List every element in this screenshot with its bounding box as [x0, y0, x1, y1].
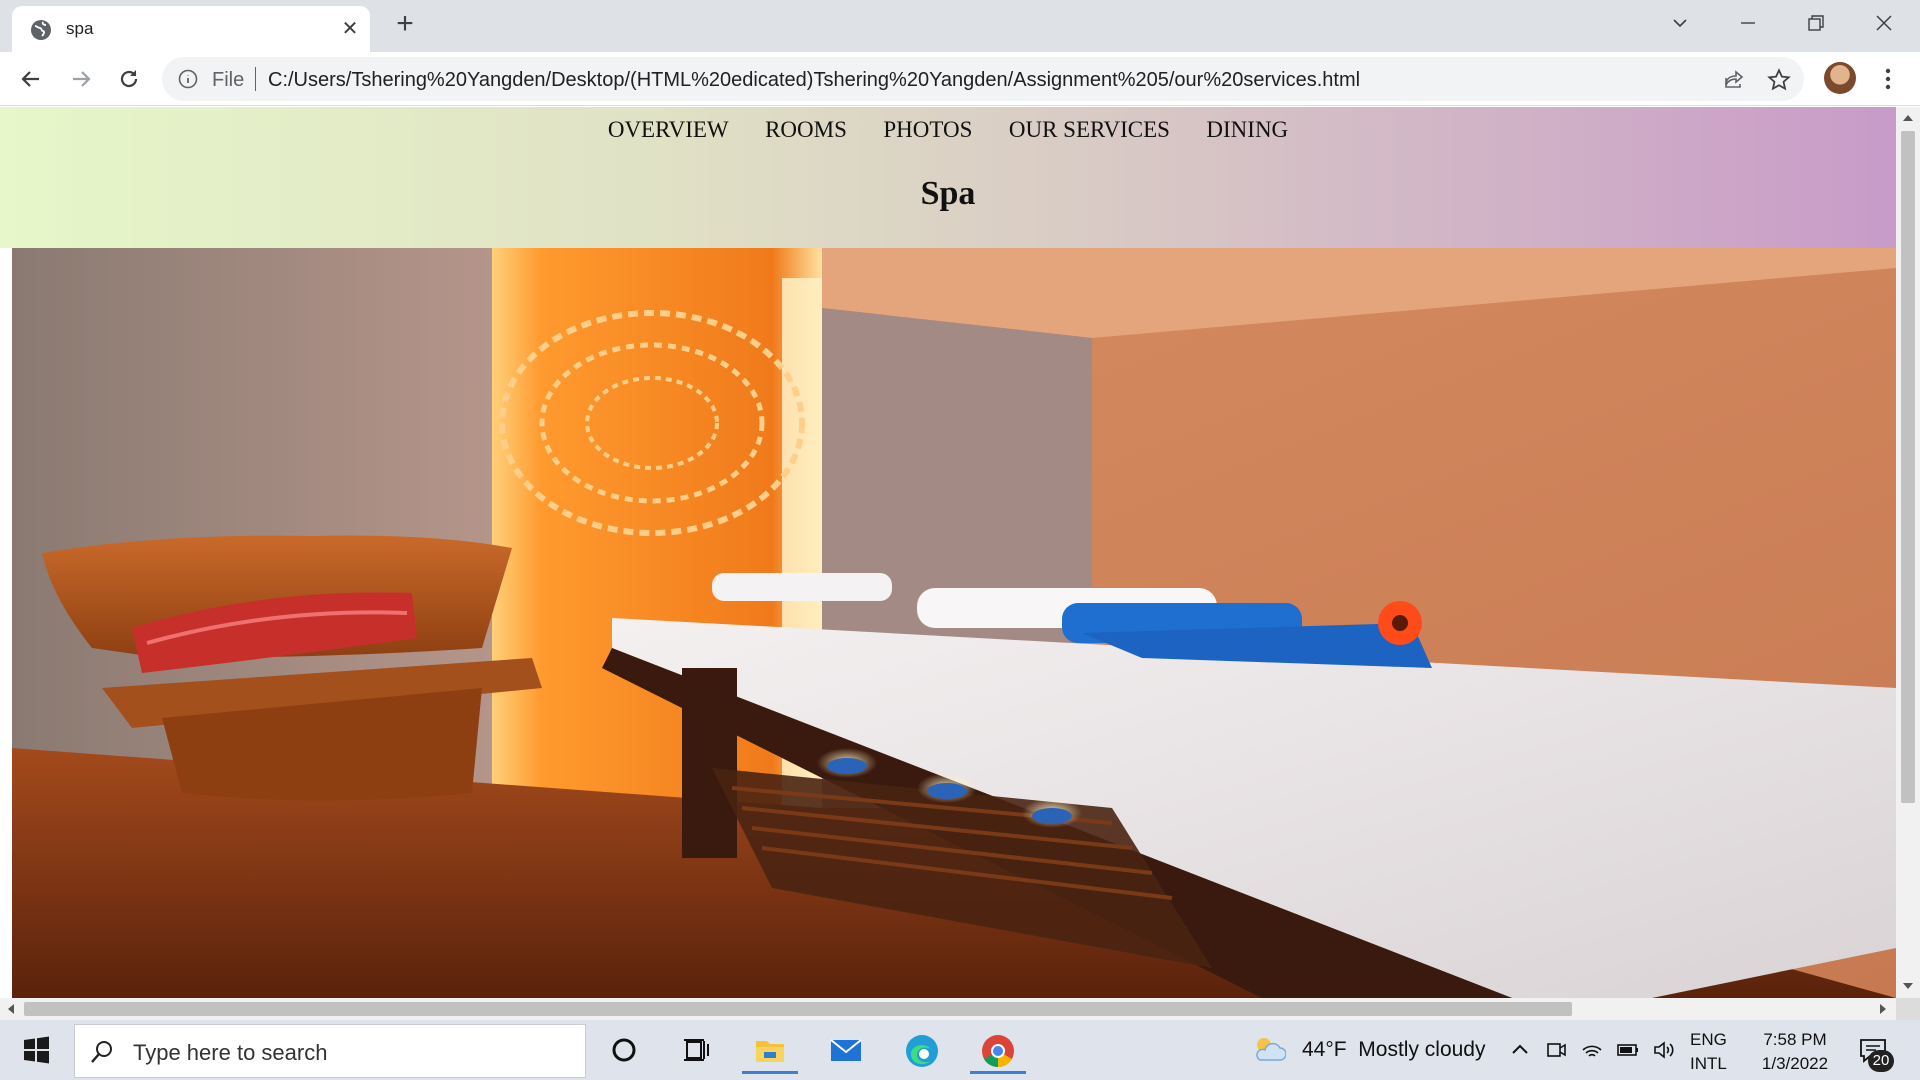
plus-icon[interactable]: +	[390, 9, 420, 40]
taskbar-search-box[interactable]: Type here to search	[74, 1024, 586, 1078]
tab-title: spa	[66, 19, 94, 38]
search-icon	[91, 1041, 112, 1063]
spa-room-image	[12, 248, 1896, 998]
minimize-icon[interactable]	[1730, 8, 1766, 38]
share-icon[interactable]	[1722, 68, 1746, 92]
wifi-icon[interactable]	[1580, 1038, 1604, 1062]
lang-line2: INTL	[1690, 1054, 1727, 1073]
nav-our-services[interactable]: OUR SERVICES	[1009, 117, 1170, 143]
info-icon[interactable]	[178, 69, 198, 89]
scrollbar-corner	[1896, 998, 1920, 1020]
file-explorer-icon[interactable]	[742, 1028, 798, 1074]
scroll-left-icon[interactable]	[8, 1004, 14, 1014]
windows-icon[interactable]	[12, 1030, 60, 1070]
active-indicator	[970, 1071, 1026, 1074]
active-indicator	[742, 1071, 798, 1074]
close-window-icon[interactable]	[1866, 8, 1902, 38]
restore-icon[interactable]	[1798, 8, 1834, 38]
task-view-icon[interactable]	[668, 1028, 724, 1074]
notification-count-badge: 20	[1868, 1050, 1894, 1072]
input-language[interactable]: ENG INTL	[1690, 1028, 1727, 1076]
avatar[interactable]	[1824, 62, 1856, 94]
lang-line1: ENG	[1690, 1030, 1727, 1049]
system-clock[interactable]: 7:58 PM 1/3/2022	[1750, 1028, 1840, 1076]
clock-time: 7:58 PM	[1763, 1030, 1827, 1049]
page-header: OVERVIEW ROOMS PHOTOS OUR SERVICES DININ…	[0, 107, 1896, 248]
vertical-scrollbar[interactable]	[1896, 107, 1920, 998]
edge-icon[interactable]	[894, 1028, 950, 1074]
vertical-scroll-thumb[interactable]	[1901, 131, 1915, 803]
browser-toolbar: File C:/Users/Tshering%20Yangden/Desktop…	[0, 52, 1920, 106]
horizontal-scrollbar[interactable]	[0, 998, 1896, 1020]
reload-icon[interactable]	[114, 64, 144, 94]
globe-icon	[31, 20, 51, 40]
nav-photos[interactable]: PHOTOS	[883, 117, 972, 143]
search-placeholder: Type here to search	[133, 1040, 328, 1065]
scroll-up-icon[interactable]	[1903, 115, 1913, 121]
windows-taskbar: Type here to search 44°F Mostly cloudy E…	[0, 1020, 1920, 1080]
weather-widget[interactable]: 44°F Mostly cloudy	[1302, 1038, 1485, 1062]
cortana-icon[interactable]	[596, 1028, 652, 1074]
browser-tabstrip: spa ✕ +	[0, 0, 1920, 52]
chevron-down-icon[interactable]	[1662, 8, 1698, 38]
nav-overview[interactable]: OVERVIEW	[608, 117, 729, 143]
page-title: Spa	[920, 175, 976, 212]
volume-icon[interactable]	[1652, 1038, 1676, 1062]
forward-icon[interactable]	[66, 64, 96, 94]
chevron-up-icon[interactable]	[1508, 1038, 1532, 1062]
close-icon[interactable]: ✕	[338, 17, 362, 41]
battery-icon[interactable]	[1616, 1038, 1640, 1062]
weather-temp: 44°F	[1302, 1038, 1347, 1061]
chrome-icon[interactable]	[970, 1028, 1026, 1074]
scroll-right-icon[interactable]	[1880, 1004, 1886, 1014]
kebab-menu-icon[interactable]	[1878, 64, 1898, 94]
main-nav: OVERVIEW ROOMS PHOTOS OUR SERVICES DININ…	[0, 117, 1896, 143]
back-icon[interactable]	[16, 64, 46, 94]
star-icon[interactable]	[1766, 67, 1792, 93]
weather-desc: Mostly cloudy	[1358, 1038, 1486, 1061]
nav-rooms[interactable]: ROOMS	[765, 117, 847, 143]
clock-date: 1/3/2022	[1761, 1054, 1829, 1073]
page-viewport: OVERVIEW ROOMS PHOTOS OUR SERVICES DININ…	[0, 107, 1896, 998]
address-scheme: File	[212, 69, 245, 91]
horizontal-scroll-thumb[interactable]	[24, 1002, 1572, 1016]
browser-tab[interactable]: spa ✕	[12, 6, 370, 52]
nav-dining[interactable]: DINING	[1206, 117, 1288, 143]
scroll-down-icon[interactable]	[1903, 983, 1913, 989]
address-url[interactable]: C:/Users/Tshering%20Yangden/Desktop/(HTM…	[268, 69, 1360, 92]
address-bar[interactable]: File C:/Users/Tshering%20Yangden/Desktop…	[162, 57, 1804, 101]
cloud-icon[interactable]	[1252, 1034, 1286, 1064]
mail-icon[interactable]	[818, 1028, 874, 1074]
address-divider	[255, 67, 256, 91]
meet-now-icon[interactable]	[1544, 1038, 1568, 1062]
